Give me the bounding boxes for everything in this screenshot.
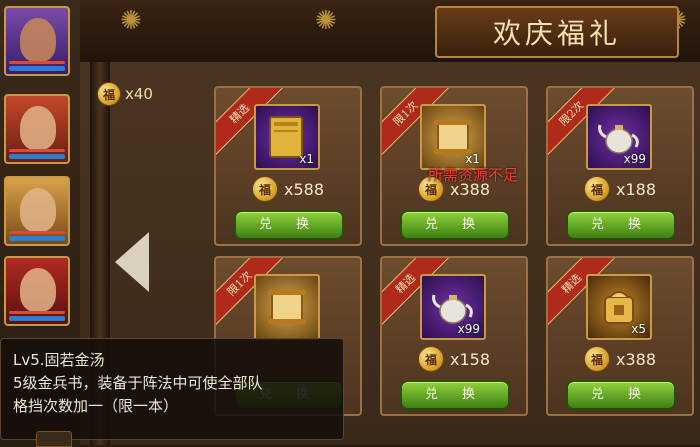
price-value: x158 <box>449 349 490 369</box>
hero-hp-bar <box>9 154 65 159</box>
currency-display: 福 x40 <box>97 82 153 106</box>
hero-face-icon <box>20 18 56 62</box>
hero-portrait-2[interactable] <box>4 94 70 164</box>
firework-icon: ✺ <box>315 6 337 36</box>
price-value: x588 <box>283 179 324 199</box>
shop-item-card: 精选 x1 福 x588 兑 换 <box>214 86 362 246</box>
fu-coin-icon: 福 <box>97 82 121 106</box>
hero-portrait-1[interactable] <box>4 6 70 76</box>
item-price: 福 x188 <box>548 176 692 202</box>
fu-coin-icon: 福 <box>251 176 278 202</box>
exchange-button[interactable]: 兑 换 <box>566 380 676 410</box>
fu-coin-icon: 福 <box>583 346 610 372</box>
scroll-icon[interactable]: x1 <box>420 104 486 170</box>
hero-face-icon <box>20 106 56 150</box>
golden-book-icon[interactable]: x1 <box>254 104 320 170</box>
fu-coin-icon: 福 <box>417 346 444 372</box>
prev-page-arrow-icon[interactable] <box>115 232 149 292</box>
firework-icon: ✺ <box>120 6 142 36</box>
item-tooltip: Lv5.固若金汤 5级金兵书，装备于阵法中可使全部队 格挡次数加一（限一本） <box>0 338 344 440</box>
header: ✺ ✺ ✺ 欢庆福礼 <box>80 0 700 64</box>
hero-mp-bar <box>9 149 65 152</box>
hero-mp-bar <box>9 231 65 234</box>
currency-amount: x40 <box>125 85 153 103</box>
item-price: 福 x388 <box>548 346 692 372</box>
hero-hp-bar <box>9 236 65 241</box>
page-title: 欢庆福礼 <box>435 6 679 58</box>
item-quantity: x1 <box>299 152 314 166</box>
tooltip-title: Lv5.固若金汤 <box>13 351 105 369</box>
silver-teapot-icon[interactable]: x99 <box>586 104 652 170</box>
hero-mp-bar <box>9 61 65 64</box>
item-quantity: x99 <box>457 322 480 336</box>
exchange-button[interactable]: 兑 换 <box>400 210 510 240</box>
hero-hp-bar <box>9 316 65 321</box>
exchange-button[interactable]: 兑 换 <box>400 380 510 410</box>
shop-item-card: 精选 x99 福 x158 兑 换 <box>380 256 528 416</box>
hero-mp-bar <box>9 311 65 314</box>
fu-coin-icon: 福 <box>583 176 610 202</box>
item-quantity: x5 <box>631 322 646 336</box>
tooltip-desc-line: 5级金兵书，装备于阵法中可使全部队 <box>13 374 263 392</box>
item-price: 福 x158 <box>382 346 526 372</box>
hero-face-icon <box>20 268 56 312</box>
price-value: x188 <box>615 179 656 199</box>
hero-portrait-3[interactable] <box>4 176 70 246</box>
insufficient-resources-warning: 所需资源不足 <box>428 166 519 184</box>
exchange-button[interactable]: 兑 换 <box>566 210 676 240</box>
hero-portrait-4[interactable] <box>4 256 70 326</box>
shop-item-card: 精选 x5 福 x388 兑 换 <box>546 256 694 416</box>
hero-hp-bar <box>9 66 65 71</box>
golden-seal-icon[interactable]: x5 <box>586 274 652 340</box>
tooltip-desc-line: 格挡次数加一（限一本） <box>13 397 179 415</box>
scroll-icon[interactable] <box>254 274 320 340</box>
shop-item-card: 限2次 x99 福 x188 兑 换 <box>546 86 694 246</box>
item-quantity: x99 <box>623 152 646 166</box>
hero-face-icon <box>20 188 56 232</box>
item-price: 福 x588 <box>216 176 360 202</box>
price-value: x388 <box>615 349 656 369</box>
exchange-button[interactable]: 兑 换 <box>234 210 344 240</box>
silver-teapot-icon[interactable]: x99 <box>420 274 486 340</box>
